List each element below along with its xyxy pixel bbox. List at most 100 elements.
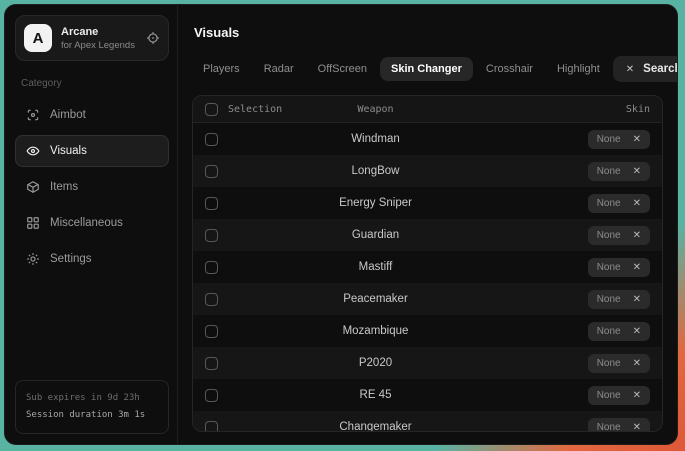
row-checkbox[interactable]	[205, 261, 218, 274]
column-header-weapon: Weapon	[297, 104, 454, 115]
sub-expires-text: Sub expires in 9d 23h	[26, 390, 158, 407]
table-body: Windman None ✕ LongBow None ✕ Energy Sni…	[193, 123, 662, 432]
clear-skin-icon[interactable]: ✕	[633, 358, 641, 369]
skin-value: None	[597, 134, 621, 145]
weapon-name: Mozambique	[297, 325, 454, 337]
table-header-row: Selection Weapon Skin	[193, 96, 662, 123]
search-button-label: Search	[643, 63, 678, 75]
skin-select[interactable]: None ✕	[588, 130, 650, 149]
main-panel: Visuals Players Radar OffScreen Skin Cha…	[178, 5, 677, 444]
weapon-name: Peacemaker	[297, 293, 454, 305]
clear-skin-icon[interactable]: ✕	[633, 262, 641, 273]
target-icon[interactable]	[146, 31, 160, 45]
select-all-checkbox[interactable]	[205, 103, 218, 116]
brand-card: A Arcane for Apex Legends	[15, 15, 169, 61]
skin-value: None	[597, 422, 621, 433]
weapon-name: RE 45	[297, 389, 454, 401]
skin-select[interactable]: None ✕	[588, 386, 650, 405]
row-checkbox[interactable]	[205, 357, 218, 370]
clear-skin-icon[interactable]: ✕	[633, 390, 641, 401]
tab-skin-changer[interactable]: Skin Changer	[380, 57, 473, 81]
skin-select[interactable]: None ✕	[588, 258, 650, 277]
skin-value: None	[597, 294, 621, 305]
row-checkbox[interactable]	[205, 197, 218, 210]
search-icon: ✕	[626, 64, 634, 75]
weapon-name: Mastiff	[297, 261, 454, 273]
clear-skin-icon[interactable]: ✕	[633, 198, 641, 209]
sidebar-item-settings[interactable]: Settings	[15, 243, 169, 275]
row-checkbox[interactable]	[205, 389, 218, 402]
page-title: Visuals	[194, 25, 663, 40]
sidebar-item-items[interactable]: Items	[15, 171, 169, 203]
brand-text: Arcane for Apex Legends	[61, 26, 135, 51]
skin-select[interactable]: None ✕	[588, 194, 650, 213]
sidebar-item-miscellaneous[interactable]: Miscellaneous	[15, 207, 169, 239]
skin-select[interactable]: None ✕	[588, 290, 650, 309]
table-row: RE 45 None ✕	[193, 379, 662, 411]
grid-icon	[26, 216, 40, 230]
clear-skin-icon[interactable]: ✕	[633, 134, 641, 145]
table-row: Windman None ✕	[193, 123, 662, 155]
app-name: Arcane	[61, 26, 135, 38]
skin-select[interactable]: None ✕	[588, 162, 650, 181]
gear-icon	[26, 252, 40, 266]
sidebar-item-label: Items	[50, 181, 78, 193]
row-checkbox[interactable]	[205, 133, 218, 146]
table-row: LongBow None ✕	[193, 155, 662, 187]
weapon-name: Windman	[297, 133, 454, 145]
clear-skin-icon[interactable]: ✕	[633, 166, 641, 177]
row-checkbox[interactable]	[205, 293, 218, 306]
row-checkbox[interactable]	[205, 165, 218, 178]
table-row: P2020 None ✕	[193, 347, 662, 379]
skin-select[interactable]: None ✕	[588, 322, 650, 341]
row-checkbox[interactable]	[205, 421, 218, 433]
skin-value: None	[597, 166, 621, 177]
weapon-name: Energy Sniper	[297, 197, 454, 209]
weapon-name: LongBow	[297, 165, 454, 177]
skin-value: None	[597, 390, 621, 401]
sidebar-item-label: Miscellaneous	[50, 217, 123, 229]
table-row: Changemaker None ✕	[193, 411, 662, 432]
tab-crosshair[interactable]: Crosshair	[475, 57, 544, 81]
search-button[interactable]: ✕ Search	[613, 56, 678, 82]
skin-select[interactable]: None ✕	[588, 354, 650, 373]
table-row: Energy Sniper None ✕	[193, 187, 662, 219]
tab-radar[interactable]: Radar	[253, 57, 305, 81]
sidebar-item-label: Settings	[50, 253, 92, 265]
app-subtitle: for Apex Legends	[61, 40, 135, 51]
table-row: Guardian None ✕	[193, 219, 662, 251]
clear-skin-icon[interactable]: ✕	[633, 422, 641, 433]
skin-select[interactable]: None ✕	[588, 418, 650, 433]
table-row: Mastiff None ✕	[193, 251, 662, 283]
weapon-name: Guardian	[297, 229, 454, 241]
row-checkbox[interactable]	[205, 229, 218, 242]
tabs-row: Players Radar OffScreen Skin Changer Cro…	[192, 56, 663, 82]
sidebar-item-aimbot[interactable]: Aimbot	[15, 99, 169, 131]
row-checkbox[interactable]	[205, 325, 218, 338]
session-duration-text: Session duration 3m 1s	[26, 407, 158, 424]
sidebar-item-visuals[interactable]: Visuals	[15, 135, 169, 167]
weapon-name: P2020	[297, 357, 454, 369]
tab-highlight[interactable]: Highlight	[546, 57, 611, 81]
app-logo: A	[24, 24, 52, 52]
category-label: Category	[21, 78, 163, 89]
table-row: Mozambique None ✕	[193, 315, 662, 347]
crosshair-icon	[26, 108, 40, 122]
sidebar-item-label: Visuals	[50, 145, 87, 157]
clear-skin-icon[interactable]: ✕	[633, 230, 641, 241]
skin-select[interactable]: None ✕	[588, 226, 650, 245]
skin-value: None	[597, 230, 621, 241]
subscription-info: Sub expires in 9d 23h Session duration 3…	[15, 380, 169, 434]
clear-skin-icon[interactable]: ✕	[633, 294, 641, 305]
tab-players[interactable]: Players	[192, 57, 251, 81]
eye-icon	[26, 144, 40, 158]
skin-value: None	[597, 358, 621, 369]
app-window: A Arcane for Apex Legends Category	[4, 4, 678, 445]
clear-skin-icon[interactable]: ✕	[633, 326, 641, 337]
sidebar: A Arcane for Apex Legends Category	[5, 5, 178, 444]
skin-changer-table: Selection Weapon Skin Windman None ✕ Lon…	[192, 95, 663, 432]
sidebar-item-label: Aimbot	[50, 109, 86, 121]
tab-offscreen[interactable]: OffScreen	[307, 57, 378, 81]
skin-value: None	[597, 262, 621, 273]
column-header-skin: Skin	[454, 104, 650, 115]
